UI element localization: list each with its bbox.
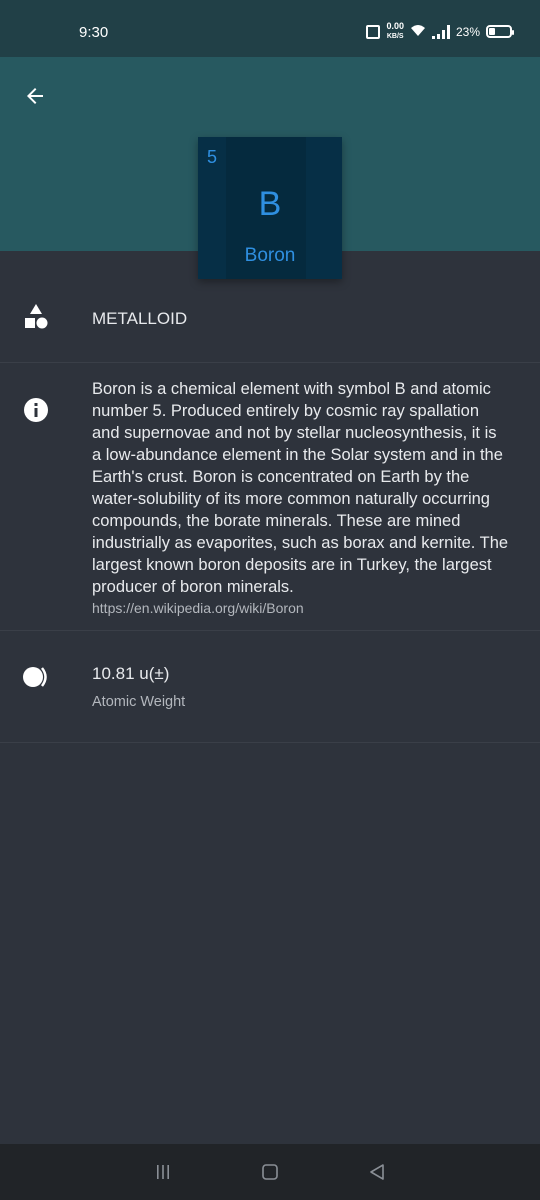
battery-percent: 23% (455, 24, 480, 39)
network-speed: 0.00 KB/S (386, 22, 404, 41)
description-text: Boron is a chemical element with symbol … (92, 380, 509, 596)
element-symbol: B (258, 185, 282, 223)
back-button[interactable] (18, 79, 52, 113)
atomic-number: 5 (207, 147, 218, 167)
wifi-icon (410, 24, 426, 40)
element-tile: 5 B Boron (198, 137, 342, 279)
atomic-weight-value: 10.81 u(±) (92, 664, 170, 683)
network-speed-unit: KB/S (386, 33, 404, 40)
network-speed-value: 0.00 (386, 21, 404, 31)
status-indicators: 0.00 KB/S 23% (366, 22, 514, 41)
recent-apps-button[interactable] (143, 1152, 183, 1192)
atomic-weight-label: Atomic Weight (92, 694, 186, 710)
home-button[interactable] (250, 1152, 290, 1192)
status-time: 9:30 (79, 24, 109, 41)
category-label: METALLOID (92, 309, 188, 328)
arrow-left-icon (27, 88, 43, 104)
category-row: METALLOID (0, 279, 540, 363)
back-nav-button[interactable] (357, 1152, 397, 1192)
vibrate-icon (366, 24, 381, 39)
shapes-icon (22, 303, 50, 331)
weight-icon (22, 663, 50, 691)
system-nav-bar (0, 1144, 540, 1200)
element-name: Boron (244, 245, 296, 266)
back-triangle-icon (369, 1164, 384, 1180)
signal-icon (431, 24, 450, 39)
menu-icon (157, 1165, 170, 1179)
info-icon (22, 396, 50, 424)
weight-row: 10.81 u(±) Atomic Weight (0, 631, 540, 743)
status-bar: 9:30 0.00 KB/S 23% (0, 0, 540, 57)
battery-icon (486, 25, 514, 38)
description-row: Boron is a chemical element with symbol … (0, 363, 540, 631)
source-link[interactable]: https://en.wikipedia.org/wiki/Boron (92, 600, 510, 616)
home-icon (262, 1164, 278, 1180)
